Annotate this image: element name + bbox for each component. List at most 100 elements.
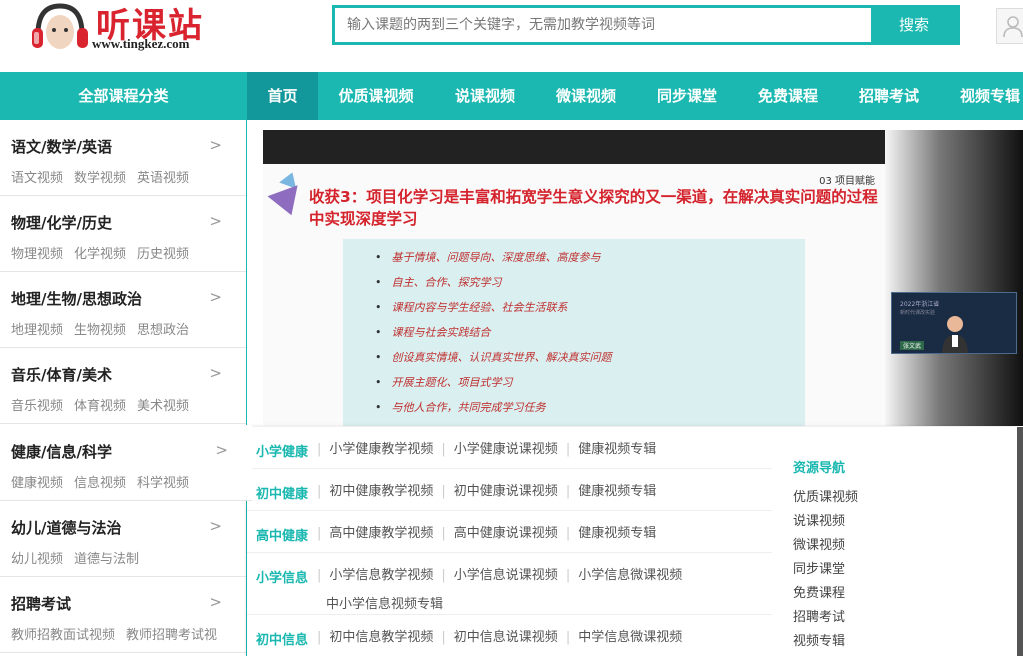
dropdown-link[interactable]: 高中健康说课视频 — [454, 526, 558, 541]
dropdown-row-title[interactable]: 初中健康 — [256, 483, 308, 502]
category-link[interactable]: 英语视频 — [137, 171, 189, 186]
dropdown-link[interactable]: 初中健康说课视频 — [454, 484, 558, 499]
nav-item-free-courses[interactable]: 免费课程 — [749, 72, 827, 120]
user-button[interactable] — [996, 8, 1023, 44]
video-edge — [1017, 427, 1023, 656]
category-link[interactable]: 化学视频 — [74, 247, 126, 262]
category-link[interactable]: 生物视频 — [74, 323, 126, 338]
dropdown-link[interactable]: 小学信息说课视频 — [454, 568, 558, 583]
headphones-icon — [32, 3, 88, 49]
dropdown-link[interactable]: 健康视频专辑 — [578, 484, 656, 499]
chevron-right-icon: > — [209, 593, 222, 611]
nav-item-quality-videos[interactable]: 优质课视频 — [330, 72, 422, 120]
slide-bullet: 基于情境、问题导向、深度思维、高度参与 — [375, 245, 805, 270]
dropdown-link[interactable]: 小学健康说课视频 — [454, 442, 558, 457]
dropdown-link[interactable]: 高中健康教学视频 — [329, 526, 433, 541]
speaker-avatar — [942, 316, 968, 353]
dropdown-row-title[interactable]: 初中信息 — [256, 629, 308, 648]
category-music-pe-art[interactable]: 音乐/体育/美术 > 音乐视频 体育视频 美术视频 — [0, 348, 246, 424]
category-link[interactable]: 思想政治 — [137, 323, 189, 338]
resource-nav-item[interactable]: 视频专辑 — [793, 630, 893, 654]
nav-item-micro-videos[interactable]: 微课视频 — [547, 72, 625, 120]
dropdown-link[interactable]: 初中信息教学视频 — [329, 630, 433, 645]
dropdown-row-links: | 初中信息教学视频 | 初中信息说课视频 | 中学信息微课视频 — [317, 630, 683, 645]
category-links: 地理视频 生物视频 思想政治 — [11, 319, 200, 338]
pip-caption: 2022年浙江省 — [900, 301, 940, 308]
category-link[interactable]: 体育视频 — [74, 399, 126, 414]
category-title: 语文/数学/英语 — [11, 138, 112, 156]
category-link[interactable]: 历史视频 — [137, 247, 189, 262]
nav-item-recruitment-exam[interactable]: 招聘考试 — [850, 72, 928, 120]
search-input[interactable] — [335, 8, 871, 42]
slide-bullet: 与他人合作，共同完成学习任务 — [375, 395, 805, 420]
resource-nav-item[interactable]: 说课视频 — [793, 510, 893, 534]
speaker-name: 张文武 — [900, 341, 925, 350]
category-recruitment-exam[interactable]: 招聘考试 > 教师招教面试视频 教师招聘考试视 — [0, 577, 246, 653]
nav-item-sync-class[interactable]: 同步课堂 — [648, 72, 726, 120]
speaker-camera-overlay: 2022年浙江省 新时代课改实验 张文武 — [891, 292, 1017, 354]
pip-caption-sub: 新时代课改实验 — [900, 310, 936, 316]
category-title: 健康/信息/科学 — [11, 443, 112, 461]
category-title: 幼儿/道德与法治 — [11, 519, 122, 537]
dropdown-link[interactable]: 中小学信息视频专辑 — [326, 593, 443, 612]
slide-bullet-box: 基于情境、问题导向、深度思维、高度参与 自主、合作、探究学习 课程内容与学生经验… — [343, 239, 805, 426]
slide-section-label: 03 项目赋能 — [819, 176, 875, 187]
dropdown-row-links: | 高中健康教学视频 | 高中健康说课视频 | 健康视频专辑 — [317, 526, 657, 541]
chevron-right-icon: > — [209, 136, 222, 154]
slide-bullet: 自主、合作、探究学习 — [375, 270, 805, 295]
category-physics-chemistry-history[interactable]: 物理/化学/历史 > 物理视频 化学视频 历史视频 — [0, 196, 246, 272]
video-player[interactable]: 03 项目赋能 收获3：项目化学习是丰富和拓宽学生意义探究的又一渠道，在解决真实… — [263, 130, 1023, 426]
category-link[interactable]: 地理视频 — [11, 323, 63, 338]
category-geography-biology-politics[interactable]: 地理/生物/思想政治 > 地理视频 生物视频 思想政治 — [0, 272, 246, 348]
resource-nav-item[interactable]: 招聘考试 — [793, 606, 893, 630]
dropdown-row-title[interactable]: 高中健康 — [256, 525, 308, 544]
category-link[interactable]: 教师招教面试视频 — [11, 628, 115, 643]
dropdown-row-title[interactable]: 小学信息 — [256, 567, 308, 586]
category-link[interactable]: 信息视频 — [74, 476, 126, 491]
site-logo[interactable]: 听课站 www.tingkez.com — [30, 0, 245, 58]
dropdown-link[interactable]: 健康视频专辑 — [578, 526, 656, 541]
category-link[interactable]: 幼儿视频 — [11, 552, 63, 567]
dropdown-row-links: | 初中健康教学视频 | 初中健康说课视频 | 健康视频专辑 — [317, 484, 657, 499]
resource-nav-item[interactable]: 优质课视频 — [793, 486, 893, 510]
dropdown-link[interactable]: 初中健康教学视频 — [329, 484, 433, 499]
category-links: 教师招教面试视频 教师招聘考试视 — [11, 624, 228, 643]
search-bar: 搜索 — [332, 5, 960, 45]
resource-nav-item[interactable]: 微课视频 — [793, 534, 893, 558]
category-link[interactable]: 道德与法制 — [74, 552, 139, 567]
nav-item-lecture-videos[interactable]: 说课视频 — [446, 72, 524, 120]
dropdown-row: 小学健康 | 小学健康教学视频 | 小学健康说课视频 | 健康视频专辑 — [247, 427, 772, 469]
category-preschool-morality-law[interactable]: 幼儿/道德与法治 > 幼儿视频 道德与法制 — [0, 501, 246, 577]
category-link[interactable]: 科学视频 — [137, 476, 189, 491]
category-link[interactable]: 音乐视频 — [11, 399, 63, 414]
nav-item-home[interactable]: 首页 — [247, 72, 318, 120]
category-link[interactable]: 健康视频 — [11, 476, 63, 491]
logo-url: www.tingkez.com — [92, 36, 190, 51]
category-chinese-math-english[interactable]: 语文/数学/英语 > 语文视频 数学视频 英语视频 — [0, 120, 246, 196]
dropdown-link[interactable]: 初中信息说课视频 — [454, 630, 558, 645]
category-link[interactable]: 数学视频 — [74, 171, 126, 186]
dropdown-row: 初中健康 | 初中健康教学视频 | 初中健康说课视频 | 健康视频专辑 — [247, 469, 772, 511]
category-link[interactable]: 语文视频 — [11, 171, 63, 186]
resource-nav-item[interactable]: 同步课堂 — [793, 558, 893, 582]
search-button[interactable]: 搜索 — [871, 8, 957, 42]
chevron-right-icon: > — [215, 441, 228, 459]
dropdown-link[interactable]: 小学信息教学视频 — [329, 568, 433, 583]
video-side-shadow — [885, 130, 1023, 426]
resource-nav-item[interactable]: 免费课程 — [793, 582, 893, 606]
video-slide: 03 项目赋能 收获3：项目化学习是丰富和拓宽学生意义探究的又一渠道，在解决真实… — [263, 164, 885, 426]
user-icon — [1003, 16, 1023, 38]
category-health-info-science[interactable]: 健康/信息/科学 > 健康视频 信息视频 科学视频 — [0, 425, 252, 501]
dropdown-link[interactable]: 小学信息微课视频 — [578, 568, 682, 583]
dropdown-link[interactable]: 中学信息微课视频 — [578, 630, 682, 645]
category-links: 幼儿视频 道德与法制 — [11, 548, 150, 567]
category-link[interactable]: 美术视频 — [137, 399, 189, 414]
dropdown-link[interactable]: 小学健康教学视频 — [329, 442, 433, 457]
nav-all-categories[interactable]: 全部课程分类 — [0, 72, 247, 120]
dropdown-link[interactable]: 健康视频专辑 — [578, 442, 656, 457]
nav-item-video-albums[interactable]: 视频专辑 — [951, 72, 1023, 120]
category-link[interactable]: 教师招聘考试视 — [126, 628, 217, 643]
category-link[interactable]: 物理视频 — [11, 247, 63, 262]
dropdown-row-title[interactable]: 小学健康 — [256, 441, 308, 460]
slide-bullet: 开展主题化、项目式学习 — [375, 370, 805, 395]
